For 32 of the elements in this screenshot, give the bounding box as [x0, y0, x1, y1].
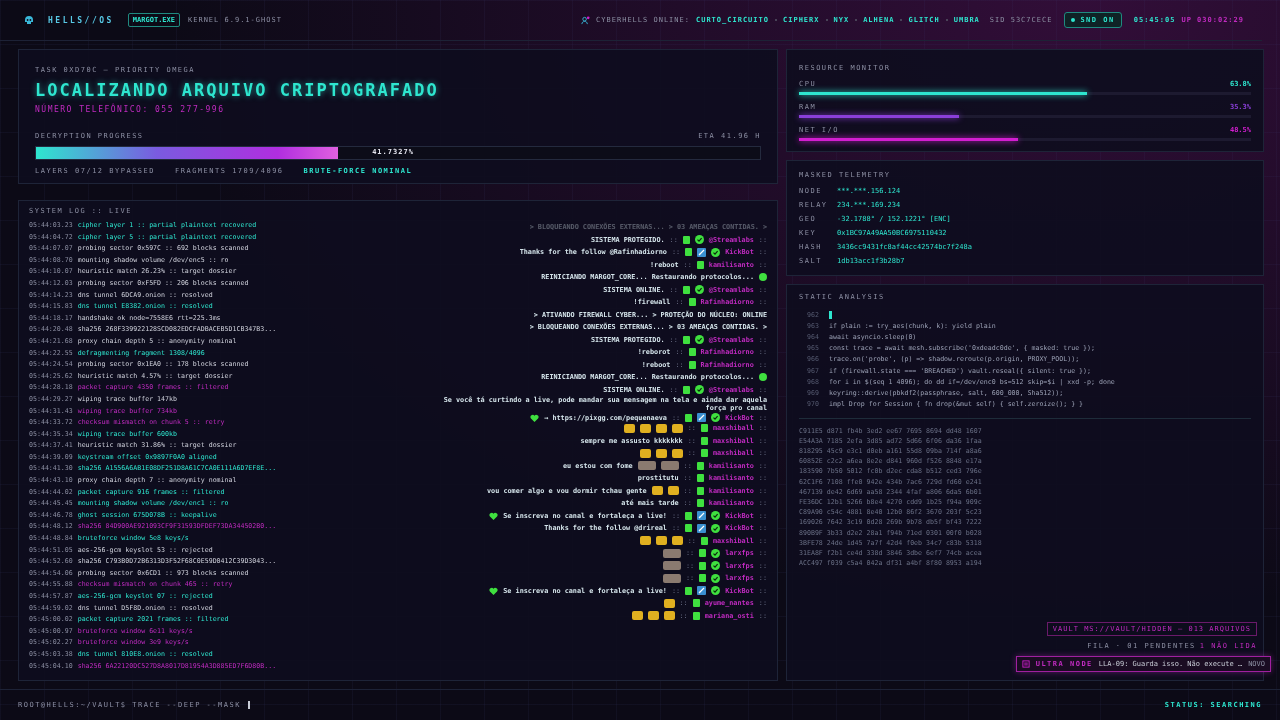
- sticker-icon: [655, 536, 667, 546]
- sticker-icon: [647, 611, 659, 621]
- task-subtitle: NÚMERO TELEFÔNICO: 055 277-996: [35, 105, 226, 114]
- photo-placeholder: [662, 548, 681, 558]
- sticker-icon: [655, 423, 667, 433]
- sticker-icon: [639, 448, 651, 458]
- sticker-icon: [663, 611, 675, 621]
- badge-icon: [682, 385, 690, 394]
- text-cursor: [829, 310, 832, 319]
- photo-placeholder: [662, 561, 681, 571]
- skull-logo-icon: [24, 15, 34, 25]
- sticker-icon: [671, 536, 683, 546]
- sticker-icon: [671, 448, 683, 458]
- photo-placeholder: [662, 573, 681, 583]
- sticker-icon: [631, 611, 643, 621]
- sticker-icon: [667, 486, 679, 496]
- message-icon: [1021, 660, 1030, 668]
- status-dot-icon: [759, 273, 767, 282]
- sticker-icon: [655, 448, 667, 458]
- sticker-icon: [651, 486, 663, 496]
- brand-name: HELLS//OS: [48, 15, 114, 25]
- status-dot-icon: [759, 373, 767, 382]
- photo-placeholder: [660, 461, 679, 471]
- sticker-icon: [623, 423, 635, 433]
- sticker-icon: [671, 423, 683, 433]
- user-icon: [581, 15, 591, 25]
- sticker-icon: [639, 423, 651, 433]
- photo-placeholder: [637, 461, 656, 471]
- text-cursor: [247, 701, 250, 709]
- sticker-icon: [639, 536, 651, 546]
- sticker-icon: [663, 598, 675, 608]
- task-title: LOCALIZANDO ARQUIVO CRIPTOGRAFADO: [35, 80, 440, 100]
